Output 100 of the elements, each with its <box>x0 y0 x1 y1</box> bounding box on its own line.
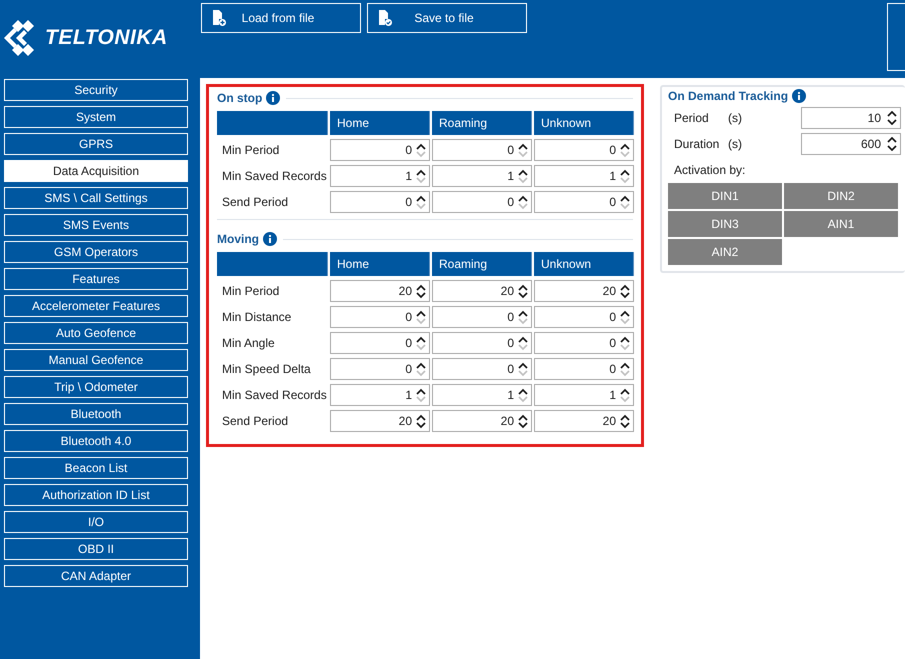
increment-icon[interactable] <box>416 388 426 394</box>
load-from-file-button[interactable]: Load from file <box>201 3 361 33</box>
increment-icon[interactable] <box>518 414 528 420</box>
number-field[interactable]: 0 <box>432 191 532 213</box>
number-field[interactable]: 0 <box>432 358 532 380</box>
column-header: Roaming <box>432 252 532 276</box>
number-field[interactable]: 0 <box>534 139 634 161</box>
increment-icon[interactable] <box>518 388 528 394</box>
input-toggle-button[interactable]: AIN1 <box>784 211 898 237</box>
number-field[interactable]: 1 <box>330 165 430 187</box>
number-field[interactable]: 20 <box>534 410 634 432</box>
number-field[interactable]: 20 <box>330 280 430 302</box>
increment-icon[interactable] <box>416 310 426 316</box>
increment-icon[interactable] <box>518 168 528 176</box>
increment-icon[interactable] <box>620 414 630 420</box>
number-field[interactable]: 0 <box>330 332 430 354</box>
info-icon[interactable] <box>792 89 806 103</box>
increment-icon[interactable] <box>416 194 426 202</box>
number-field[interactable]: 0 <box>534 358 634 380</box>
increment-icon[interactable] <box>416 142 426 150</box>
sidebar-item[interactable]: Bluetooth 4.0 <box>4 430 188 452</box>
increment-icon[interactable] <box>518 194 528 202</box>
info-icon[interactable] <box>266 91 280 105</box>
increment-icon[interactable] <box>416 362 426 368</box>
sidebar-item[interactable]: SMS \ Call Settings <box>4 187 188 209</box>
increment-icon[interactable] <box>620 168 630 176</box>
input-toggle-button[interactable]: DIN3 <box>668 211 782 237</box>
increment-icon[interactable] <box>518 284 528 290</box>
sidebar-item[interactable]: Trip \ Odometer <box>4 376 188 398</box>
decrement-icon[interactable] <box>620 422 630 428</box>
decrement-icon[interactable] <box>416 422 426 428</box>
number-field[interactable]: 0 <box>432 139 532 161</box>
row-label: Min Angle <box>221 335 276 352</box>
sidebar-item[interactable]: GPRS <box>4 133 188 155</box>
sidebar-item[interactable]: Accelerometer Features <box>4 295 188 317</box>
number-field[interactable]: 20 <box>432 280 532 302</box>
increment-icon[interactable] <box>620 194 630 202</box>
increment-icon[interactable] <box>518 362 528 368</box>
decrement-icon[interactable] <box>620 292 630 298</box>
sidebar-item[interactable]: Manual Geofence <box>4 349 188 371</box>
number-field[interactable]: 20 <box>432 410 532 432</box>
number-field[interactable]: 0 <box>534 332 634 354</box>
number-field[interactable]: 0 <box>432 306 532 328</box>
sidebar-item[interactable]: Authorization ID List <box>4 484 188 506</box>
sidebar-item[interactable]: Auto Geofence <box>4 322 188 344</box>
increment-icon[interactable] <box>620 388 630 394</box>
increment-icon[interactable] <box>518 336 528 342</box>
spinner-icon[interactable] <box>887 111 897 125</box>
sidebar-item[interactable]: Data Acquisition <box>4 160 188 182</box>
save-to-file-button[interactable]: Save to file <box>367 3 527 33</box>
input-toggle-button[interactable]: DIN2 <box>784 183 898 209</box>
sidebar-item[interactable]: SMS Events <box>4 214 188 236</box>
number-field[interactable]: 0 <box>432 332 532 354</box>
number-field[interactable]: 20 <box>534 280 634 302</box>
increment-icon[interactable] <box>416 168 426 176</box>
field-label: Period <box>674 111 710 125</box>
increment-icon[interactable] <box>518 310 528 316</box>
increment-icon[interactable] <box>416 414 426 420</box>
number-field[interactable]: 1 <box>330 384 430 406</box>
increment-icon[interactable] <box>416 284 426 290</box>
increment-icon[interactable] <box>416 336 426 342</box>
number-field[interactable]: 0 <box>330 306 430 328</box>
increment-icon[interactable] <box>620 336 630 342</box>
number-field[interactable]: 1 <box>432 384 532 406</box>
input-toggle-button[interactable]: DIN1 <box>668 183 782 209</box>
number-field[interactable]: 0 <box>534 191 634 213</box>
sidebar-item[interactable]: Features <box>4 268 188 290</box>
info-icon[interactable] <box>263 232 277 246</box>
increment-icon[interactable] <box>620 142 630 150</box>
increment-icon[interactable] <box>518 142 528 150</box>
number-field[interactable]: 0 <box>330 358 430 380</box>
number-field[interactable]: 0 <box>534 306 634 328</box>
decrement-icon[interactable] <box>416 292 426 298</box>
number-field[interactable]: 1 <box>534 384 634 406</box>
sidebar-item[interactable]: GSM Operators <box>4 241 188 263</box>
decrement-icon[interactable] <box>518 422 528 428</box>
decrement-icon[interactable] <box>518 292 528 298</box>
number-field[interactable]: 1 <box>534 165 634 187</box>
number-field[interactable]: 10 <box>801 107 901 129</box>
increment-icon[interactable] <box>620 362 630 368</box>
number-field[interactable]: 1 <box>432 165 532 187</box>
number-field[interactable]: 0 <box>330 191 430 213</box>
input-toggle-button[interactable]: AIN2 <box>668 239 782 265</box>
sidebar-item[interactable]: Security <box>4 79 188 101</box>
file-add-icon <box>212 10 226 26</box>
row-label: Min Saved Records <box>221 168 328 185</box>
row-label: Min Saved Records <box>221 387 328 404</box>
sidebar-item[interactable]: CAN Adapter <box>4 565 188 587</box>
sidebar-item[interactable]: Bluetooth <box>4 403 188 425</box>
increment-icon[interactable] <box>620 284 630 290</box>
increment-icon[interactable] <box>620 310 630 316</box>
sidebar-item[interactable]: OBD II <box>4 538 188 560</box>
number-field[interactable]: 0 <box>330 139 430 161</box>
number-field[interactable]: 20 <box>330 410 430 432</box>
sidebar-item[interactable]: System <box>4 106 188 128</box>
sidebar-item[interactable]: Beacon List <box>4 457 188 479</box>
row-label: Send Period <box>221 194 290 211</box>
number-field[interactable]: 600 <box>801 133 901 155</box>
spinner-icon[interactable] <box>887 137 897 151</box>
sidebar-item[interactable]: I/O <box>4 511 188 533</box>
